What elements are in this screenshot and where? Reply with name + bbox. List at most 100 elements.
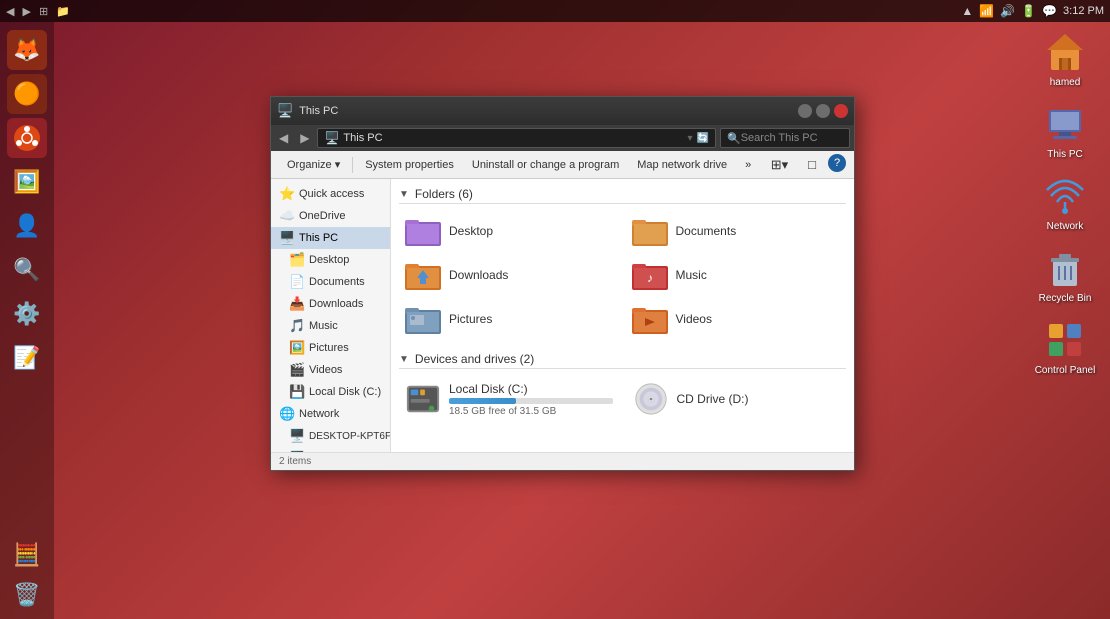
folder-item-downloads[interactable]: Downloads [399, 256, 620, 294]
downloads-folder-name: Downloads [449, 268, 508, 282]
nav-item-downloads[interactable]: 📥 Downloads [271, 293, 390, 315]
content-area: ⭐ Quick access ☁️ OneDrive 🖥️ This PC 🗂️… [271, 179, 854, 452]
files-icon[interactable]: 📁 [56, 5, 70, 18]
details-pane-button[interactable]: □ [800, 154, 824, 176]
music-folder-svg: ♪ [632, 260, 668, 290]
forward-nav-button[interactable]: ▶ [296, 129, 313, 147]
documents-folder-icon [632, 216, 668, 246]
onedrive-label: OneDrive [299, 210, 345, 222]
back-nav-button[interactable]: ◀ [275, 129, 292, 147]
ubuntu-dock: 🦊 🟠 🖼️ 👤 🔍 ⚙️ 📝 🧮 🗑️ [0, 22, 54, 619]
desktop-icon-hamed[interactable]: hamed [1030, 30, 1100, 88]
onedrive-icon: ☁️ [279, 208, 295, 224]
cd-drive-name: CD Drive (D:) [677, 392, 841, 406]
nav-item-documents[interactable]: 📄 Documents [271, 271, 390, 293]
nav-item-pictures[interactable]: 🖼️ Pictures [271, 337, 390, 359]
nav-item-onedrive[interactable]: ☁️ OneDrive [271, 205, 390, 227]
workspace-icon[interactable]: ⊞ [39, 5, 48, 18]
organize-button[interactable]: Organize ▾ [279, 155, 348, 174]
desktop-kpt-icon: 🖥️ [289, 428, 305, 444]
main-pane: ▼ Folders (6) Desktop [391, 179, 854, 452]
nav-item-local-disk[interactable]: 💾 Local Disk (C:) [271, 381, 390, 403]
home-svg [1043, 30, 1087, 74]
folder-item-documents[interactable]: Documents [626, 212, 847, 250]
music-nav-icon: 🎵 [289, 318, 305, 334]
documents-nav-label: Documents [309, 276, 365, 288]
minimize-button[interactable] [798, 104, 812, 118]
close-button[interactable] [834, 104, 848, 118]
sidebar-app-settings[interactable]: ⚙️ [7, 294, 47, 334]
desktop-icon-control-panel[interactable]: Control Panel [1030, 318, 1100, 376]
folder-item-videos[interactable]: Videos [626, 300, 847, 338]
music-nav-label: Music [309, 320, 338, 332]
sidebar-app-ubuntu-store[interactable]: 🟠 [7, 74, 47, 114]
control-panel-icon-img [1043, 318, 1087, 362]
documents-folder-svg [632, 216, 668, 246]
nav-item-desktop[interactable]: 🗂️ Desktop [271, 249, 390, 271]
nav-item-desktop-kpt[interactable]: 🖥️ DESKTOP-KPT6F75 [271, 425, 390, 447]
battery-icon[interactable]: 🔋 [1021, 4, 1036, 18]
sidebar-app-calc[interactable]: 🧮 [7, 535, 47, 575]
hamed-icon-label: hamed [1050, 77, 1081, 88]
cd-drive-info: CD Drive (D:) [677, 392, 841, 406]
pictures-folder-name: Pictures [449, 312, 492, 326]
map-network-button[interactable]: Map network drive [629, 156, 735, 174]
devices-section-header[interactable]: ▼ Devices and drives (2) [399, 352, 846, 369]
system-properties-button[interactable]: System properties [357, 156, 462, 174]
control-panel-icon-label: Control Panel [1035, 365, 1096, 376]
nav-item-network[interactable]: 🌐 Network [271, 403, 390, 425]
sidebar-app-firefox[interactable]: 🦊 [7, 30, 47, 70]
local-disk-nav-icon: 💾 [289, 384, 305, 400]
folder-item-music[interactable]: ♪ Music [626, 256, 847, 294]
drive-item-cd[interactable]: CD Drive (D:) [627, 377, 847, 421]
sidebar-app-ubuntu[interactable] [7, 118, 47, 158]
window-controls [798, 104, 848, 118]
pictures-nav-label: Pictures [309, 342, 349, 354]
nav-item-videos[interactable]: 🎬 Videos [271, 359, 390, 381]
ribbon: Organize ▾ System properties Uninstall o… [271, 151, 854, 179]
desktop-folder-svg [405, 216, 441, 246]
music-folder-icon: ♪ [632, 260, 668, 290]
search-bar[interactable]: 🔍 Search This PC [720, 128, 850, 148]
sidebar-app-trash[interactable]: 🗑️ [7, 575, 47, 615]
devices-section-title: Devices and drives (2) [415, 352, 534, 366]
folder-item-pictures[interactable]: Pictures [399, 300, 620, 338]
address-bar[interactable]: 🖥️ This PC ▾ 🔄 [317, 128, 716, 148]
uninstall-button[interactable]: Uninstall or change a program [464, 156, 627, 174]
sidebar-app-notes[interactable]: 📝 [7, 338, 47, 378]
folders-collapse-icon: ▼ [399, 189, 409, 200]
folder-item-desktop[interactable]: Desktop [399, 212, 620, 250]
svg-text:♪: ♪ [647, 271, 653, 285]
desktop-icon-this-pc[interactable]: This PC [1030, 102, 1100, 160]
local-disk-drive-icon [405, 381, 441, 417]
videos-folder-icon [632, 304, 668, 334]
hdd-svg [405, 381, 441, 417]
pictures-folder-svg [405, 304, 441, 334]
nav-item-music[interactable]: 🎵 Music [271, 315, 390, 337]
folders-section-header[interactable]: ▼ Folders (6) [399, 187, 846, 204]
back-icon[interactable]: ◀ [6, 5, 14, 18]
videos-nav-icon: 🎬 [289, 362, 305, 378]
taskbar-top-left: ◀ ▶ ⊞ 📁 [6, 5, 70, 18]
help-button[interactable]: ? [828, 154, 846, 172]
forward-icon[interactable]: ▶ [22, 5, 30, 18]
drive-item-local-disk[interactable]: Local Disk (C:) 18.5 GB free of 31.5 GB [399, 377, 619, 421]
view-options-button[interactable]: ⊞▾ [763, 154, 796, 176]
nav-pane: ⭐ Quick access ☁️ OneDrive 🖥️ This PC 🗂️… [271, 179, 391, 452]
volume-icon[interactable]: 🔊 [1000, 4, 1015, 18]
network-nav-icon: 🌐 [279, 406, 295, 422]
chevron-icon[interactable]: ▲ [961, 4, 973, 18]
nav-item-quick-access[interactable]: ⭐ Quick access [271, 183, 390, 205]
message-icon[interactable]: 💬 [1042, 4, 1057, 18]
view-controls: ⊞▾ □ ? [763, 154, 846, 176]
network-tray-icon[interactable]: 📶 [979, 4, 994, 18]
desktop-icon-recycle-bin[interactable]: Recycle Bin [1030, 246, 1100, 304]
sidebar-app-search[interactable]: 🔍 [7, 250, 47, 290]
more-button[interactable]: » [737, 156, 759, 174]
desktop-icon-network[interactable]: Network [1030, 174, 1100, 232]
sidebar-app-people[interactable]: 👤 [7, 206, 47, 246]
ubuntu-logo [13, 124, 41, 152]
restore-button[interactable] [816, 104, 830, 118]
nav-item-this-pc[interactable]: 🖥️ This PC [271, 227, 390, 249]
sidebar-app-photo[interactable]: 🖼️ [7, 162, 47, 202]
